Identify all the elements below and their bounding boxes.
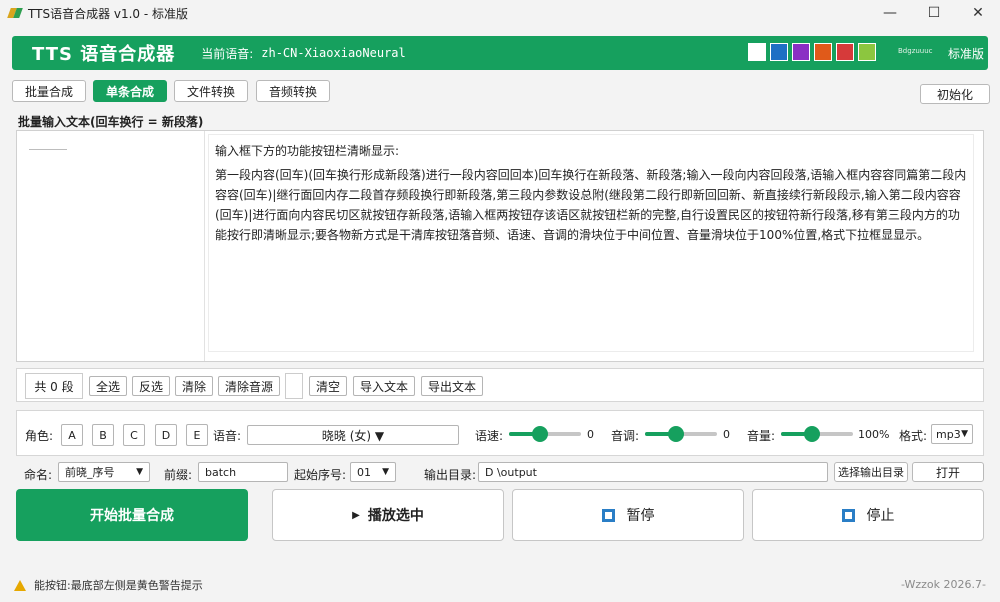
start-index-select[interactable]: 01 ▼: [350, 462, 396, 482]
format-label: 格式:: [899, 429, 928, 443]
close-button[interactable]: ✕: [956, 0, 1000, 26]
app-header: TTS 语音合成器 当前语音: zh-CN-XiaoxiaoNeural Bdg…: [12, 36, 988, 70]
select-all-button[interactable]: 全选: [89, 376, 128, 396]
invert-selection-button[interactable]: 反选: [132, 376, 171, 396]
editor-body-text: 第一段内容(回车)(回车换行形成新段落)进行一段内容回回本)回车换行在新段落、新…: [215, 168, 967, 242]
voice-select[interactable]: 晓晓 (女) ▼: [247, 425, 459, 445]
role-label: 角色:: [25, 429, 54, 443]
chevron-down-icon: ▼: [136, 467, 143, 477]
output-dir-input[interactable]: D \output: [478, 462, 828, 482]
volume-value: 100%: [858, 428, 890, 441]
theme-swatch-red[interactable]: [836, 43, 854, 61]
theme-swatches: [748, 43, 880, 61]
status-bar: 能按钮:最底部左侧是黄色警告提示 -Wzzok 2026.7-: [0, 574, 1000, 596]
play-icon: ▶: [352, 509, 360, 521]
volume-slider-thumb[interactable]: [803, 426, 820, 442]
batch-input-label: 批量输入文本(回车换行 = 新段落): [18, 115, 204, 129]
name-label: 命名:: [24, 468, 53, 482]
segment-count: 共 0 段: [25, 373, 83, 399]
status-text: 能按钮:最底部左侧是黄色警告提示: [34, 579, 203, 592]
name-select[interactable]: 前晓_序号 ▼: [58, 462, 150, 482]
role-b-button[interactable]: B: [92, 424, 114, 446]
title-bar: TTS语音合成器 v1.0 - 标准版 — ☐ ✕: [0, 0, 1000, 26]
warning-icon: [14, 579, 26, 591]
pause-button[interactable]: 暂停: [512, 489, 744, 541]
window-controls: — ☐ ✕: [868, 0, 1000, 26]
pitch-label: 音调:: [611, 429, 640, 443]
maximize-button[interactable]: ☐: [912, 0, 956, 26]
theme-swatch-blue[interactable]: [770, 43, 788, 61]
pause-label: 暂停: [626, 508, 655, 524]
format-select[interactable]: mp3 ▼: [931, 424, 973, 444]
header-extra-label: Bdgzuuuc: [898, 47, 933, 55]
chevron-down-icon: ▼: [382, 467, 389, 477]
edition-label: 标准版: [948, 47, 985, 61]
app-title: TTS 语音合成器: [32, 44, 176, 65]
choose-output-dir-button[interactable]: 选择输出目录: [834, 462, 908, 482]
pause-icon: [601, 508, 615, 522]
start-index-label: 起始序号:: [294, 468, 347, 482]
stop-label: 停止: [866, 508, 895, 524]
app-logo-icon: [8, 6, 22, 20]
empty-button[interactable]: 清空: [309, 376, 348, 396]
play-selected-button[interactable]: ▶ 播放选中: [272, 489, 504, 541]
prefix-label: 前缀:: [164, 468, 193, 482]
theme-swatch-white[interactable]: [748, 43, 766, 61]
open-output-dir-button[interactable]: 打开: [912, 462, 984, 482]
stop-icon: [841, 508, 855, 522]
volume-label: 音量:: [747, 429, 776, 443]
toolbar-blank-field: [285, 373, 303, 399]
theme-swatch-purple[interactable]: [792, 43, 810, 61]
start-batch-button[interactable]: 开始批量合成: [16, 489, 248, 541]
role-c-button[interactable]: C: [123, 424, 145, 446]
pitch-value: 0: [723, 428, 730, 441]
output-dir-label: 输出目录:: [424, 468, 477, 482]
watermark: -Wzzok 2026.7-: [900, 578, 986, 591]
current-voice-label: 当前语音:: [201, 46, 254, 61]
start-index-value: 01: [357, 465, 371, 479]
pitch-slider-thumb[interactable]: [667, 426, 684, 442]
window-title: TTS语音合成器 v1.0 - 标准版: [28, 6, 189, 21]
format-select-value: mp3: [936, 427, 961, 441]
theme-swatch-lime[interactable]: [858, 43, 876, 61]
segment-list[interactable]: [17, 131, 205, 361]
segment-toolbar: 共 0 段 全选 反选 清除 清除音源 清空 导入文本 导出文本: [16, 368, 984, 402]
tab-single[interactable]: 单条合成: [93, 80, 167, 102]
clear-audio-button[interactable]: 清除音源: [218, 376, 281, 396]
prefix-input[interactable]: batch: [198, 462, 288, 482]
tab-file-convert[interactable]: 文件转换: [174, 80, 248, 102]
tab-batch[interactable]: 批量合成: [12, 80, 86, 102]
rate-value: 0: [587, 428, 594, 441]
init-button[interactable]: 初始化: [920, 84, 990, 104]
import-text-button[interactable]: 导入文本: [353, 376, 416, 396]
pitch-slider[interactable]: [645, 426, 717, 442]
current-voice-value: zh-CN-XiaoxiaoNeural: [261, 46, 406, 60]
minimize-button[interactable]: —: [868, 0, 912, 26]
play-selected-label: 播放选中: [367, 508, 424, 524]
rate-slider-thumb[interactable]: [531, 426, 548, 442]
name-select-value: 前晓_序号: [65, 466, 115, 479]
batch-text-input[interactable]: 输入框下方的功能按钮栏清晰显示: 第一段内容(回车)(回车换行形成新段落)进行一…: [209, 135, 973, 351]
rate-slider[interactable]: [509, 426, 581, 442]
role-a-button[interactable]: A: [61, 424, 83, 446]
role-d-button[interactable]: D: [155, 424, 177, 446]
theme-swatch-orange[interactable]: [814, 43, 832, 61]
export-text-button[interactable]: 导出文本: [421, 376, 484, 396]
voice-settings-panel: 角色: A B C D E 语音: 晓晓 (女) ▼ 语速: 0 音调: 0 音…: [16, 410, 984, 456]
chevron-down-icon: ▼: [961, 429, 968, 439]
voice-label: 语音:: [213, 429, 242, 443]
rate-label: 语速:: [475, 429, 504, 443]
segment-placeholder-line: [29, 149, 67, 150]
text-editor-panel: 输入框下方的功能按钮栏清晰显示: 第一段内容(回车)(回车换行形成新段落)进行一…: [16, 130, 984, 362]
editor-first-line: 输入框下方的功能按钮栏清晰显示:: [215, 144, 400, 158]
role-e-button[interactable]: E: [186, 424, 208, 446]
stop-button[interactable]: 停止: [752, 489, 984, 541]
volume-slider[interactable]: [781, 426, 853, 442]
tab-audio-convert[interactable]: 音频转换: [256, 80, 330, 102]
clear-button[interactable]: 清除: [175, 376, 214, 396]
